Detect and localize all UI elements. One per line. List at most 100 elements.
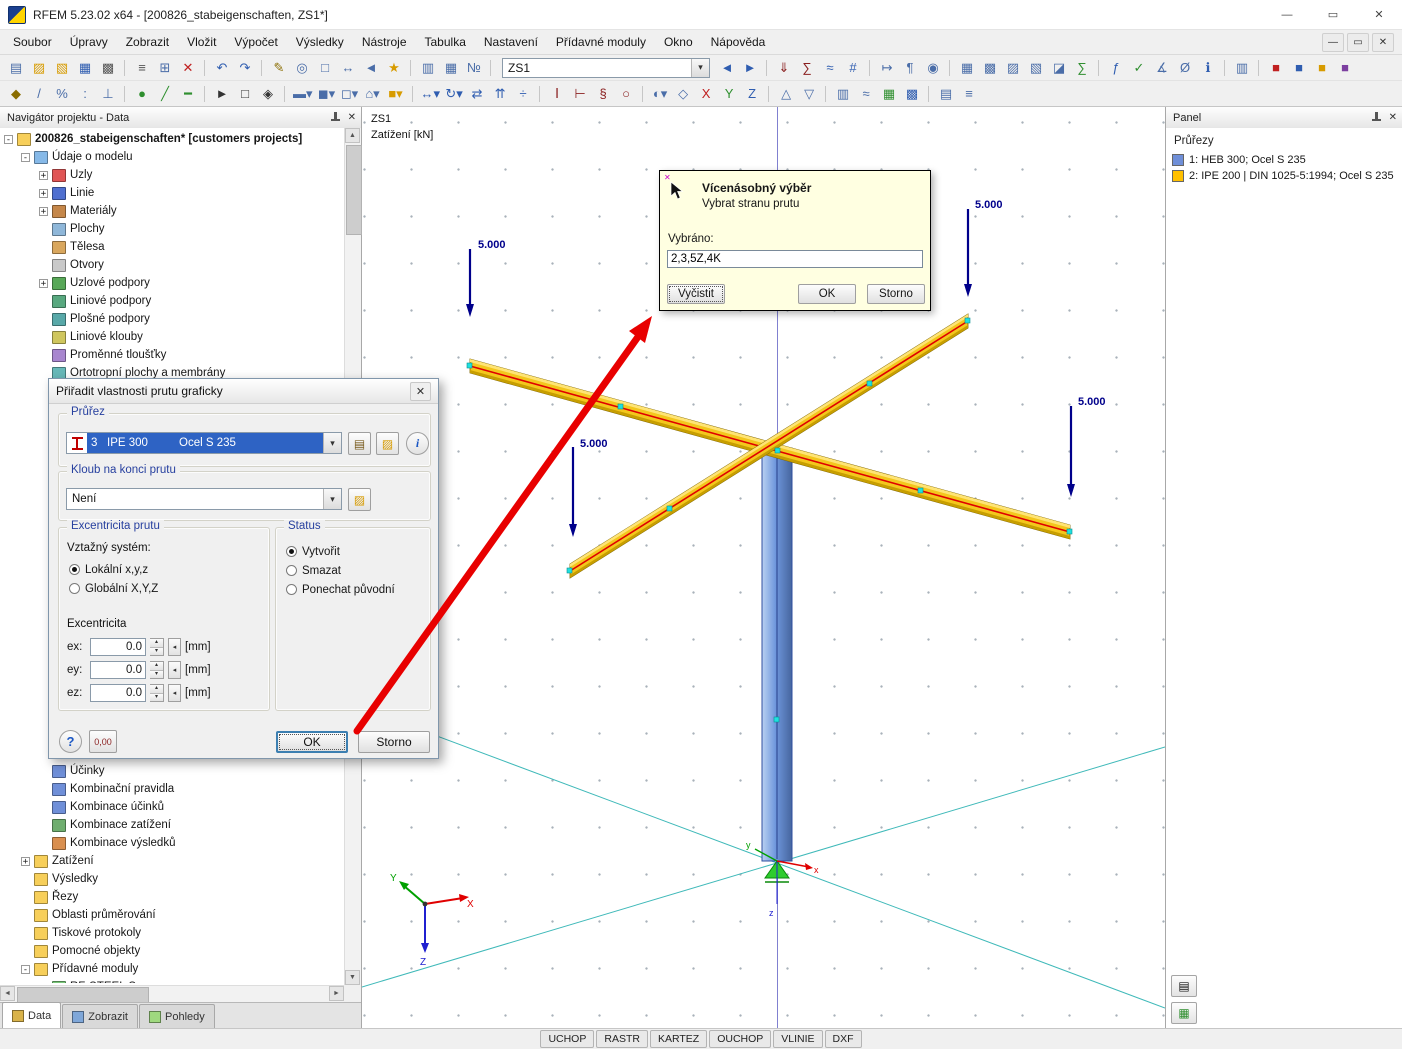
member-hinge[interactable]: ⊢ — [569, 83, 591, 105]
tree-item[interactable]: Liniové klouby — [0, 328, 344, 346]
show-tables[interactable]: ▥ — [417, 57, 439, 79]
tree-item[interactable]: - 200826_stabeigenschaften* [customers p… — [0, 130, 344, 148]
new-surface[interactable]: ▬▾ — [291, 83, 315, 105]
scroll-left-icon[interactable] — [0, 986, 15, 1001]
check-model[interactable]: ✓ — [1128, 57, 1150, 79]
tree-item[interactable]: Účinky — [0, 762, 344, 780]
insert-node[interactable]: ● — [131, 83, 153, 105]
mirror[interactable]: ⇄ — [466, 83, 488, 105]
tree-item[interactable]: Proměnné tloušťky — [0, 346, 344, 364]
pin-icon[interactable] — [330, 112, 340, 123]
selected-members-input[interactable] — [667, 250, 923, 268]
tree-item[interactable]: Otvory — [0, 256, 344, 274]
tree-item[interactable]: RF-STEEL S... — [0, 978, 344, 983]
section-info-button[interactable] — [406, 432, 429, 455]
tree-item[interactable]: Výsledky — [0, 870, 344, 888]
reference-system-radio[interactable]: Lokální x,y,z — [69, 560, 158, 579]
snap-grid[interactable]: : — [74, 83, 96, 105]
tree-item[interactable]: - Přídavné moduly — [0, 960, 344, 978]
tree-item[interactable]: Plochy — [0, 220, 344, 238]
select-window[interactable]: □ — [234, 83, 256, 105]
tree-item[interactable]: + Linie — [0, 184, 344, 202]
close-icon[interactable]: ✕ — [1389, 112, 1397, 123]
snap-percent[interactable]: % — [51, 83, 73, 105]
blocks[interactable]: ■▾ — [385, 83, 413, 105]
tree-item[interactable]: Tělesa — [0, 238, 344, 256]
tree-item[interactable]: + Zatížení — [0, 852, 344, 870]
ok-button[interactable]: OK — [276, 731, 348, 753]
mdi-close-button[interactable]: ✕ — [1372, 32, 1394, 52]
view-x[interactable]: X — [695, 83, 717, 105]
status-radio[interactable]: Smazat — [286, 561, 395, 580]
renderer-settings[interactable]: ◪ — [1048, 57, 1070, 79]
status-toggle[interactable]: UCHOP — [540, 1030, 595, 1048]
guidelines[interactable]: / — [28, 83, 50, 105]
tree-item[interactable]: Kombinační pravidla — [0, 780, 344, 798]
divide[interactable]: ÷ — [512, 83, 541, 105]
calculate[interactable]: ∑ — [1071, 57, 1099, 79]
eccentricity-input[interactable]: 0.0 — [90, 638, 146, 656]
tree-item[interactable]: Tiskové protokoly — [0, 924, 344, 942]
new-hinge-button[interactable] — [348, 488, 371, 511]
spinner-detail-button[interactable] — [168, 661, 181, 679]
export-2[interactable]: ■ — [1288, 57, 1310, 79]
menu-item[interactable]: Nástroje — [353, 32, 416, 52]
units-settings-button[interactable]: 0,00 — [89, 730, 117, 753]
menu-item[interactable]: Zobrazit — [117, 32, 178, 52]
spinner[interactable] — [150, 684, 164, 702]
menu-item[interactable]: Výpočet — [225, 32, 286, 52]
move-copy[interactable]: ↔▾ — [419, 83, 443, 105]
snap[interactable]: ◆ — [5, 83, 27, 105]
tree-expander[interactable]: - — [21, 964, 30, 974]
tree-item[interactable]: Liniové podpory — [0, 292, 344, 310]
color-scale[interactable]: ▦ — [878, 83, 900, 105]
tree-expander[interactable]: - — [21, 152, 30, 162]
save[interactable]: ▦ — [74, 57, 96, 79]
edit-pen[interactable]: ✎ — [268, 57, 290, 79]
tree-item[interactable]: Kombinace zatížení — [0, 816, 344, 834]
zoom-window[interactable]: □ — [314, 57, 336, 79]
cancel-button[interactable]: Storno — [867, 284, 925, 304]
scroll-down-icon[interactable] — [345, 970, 360, 985]
tree-item[interactable]: + Materiály — [0, 202, 344, 220]
measure[interactable]: ∡ — [1151, 57, 1173, 79]
charts[interactable]: ≡ — [958, 83, 980, 105]
tree-item[interactable]: Pomocné objekty — [0, 942, 344, 960]
scroll-right-icon[interactable] — [329, 986, 344, 1001]
user-views[interactable]: ◇ — [672, 83, 694, 105]
tables[interactable]: ▤ — [935, 83, 957, 105]
show-loads[interactable]: ⇓ — [773, 57, 795, 79]
section-library-button[interactable] — [348, 432, 371, 455]
result-diagrams[interactable]: ≈ — [855, 83, 877, 105]
cancel-button[interactable]: Storno — [358, 731, 430, 753]
insert-line[interactable]: ╱ — [154, 83, 176, 105]
show-numbers[interactable]: # — [842, 57, 870, 79]
dialog-close-button[interactable]: ✕ — [410, 381, 431, 401]
tree-expander[interactable]: + — [39, 188, 48, 198]
navigator-tab[interactable]: Zobrazit — [62, 1004, 138, 1028]
view-y[interactable]: Y — [718, 83, 740, 105]
new-solid[interactable]: ◼▾ — [316, 83, 338, 105]
scrollbar-thumb[interactable] — [346, 145, 362, 235]
print-preview[interactable]: ≡ — [131, 57, 153, 79]
panel-display-button[interactable]: ▤ — [1171, 975, 1197, 997]
export-4[interactable]: ■ — [1334, 57, 1356, 79]
previous-load-case[interactable]: ◄ — [716, 57, 738, 79]
camera[interactable]: ◉ — [922, 57, 950, 79]
tree-item[interactable]: Plošné podpory — [0, 310, 344, 328]
eccentricity-input[interactable]: 0.0 — [90, 661, 146, 679]
member-stiffness[interactable]: § — [592, 83, 614, 105]
status-radio[interactable]: Ponechat původní — [286, 580, 395, 599]
open-project[interactable]: ▨ — [28, 57, 50, 79]
cross-section-legend-item[interactable]: 2: IPE 200 | DIN 1025-5:1994; Ocel S 235 — [1166, 168, 1402, 184]
ortho[interactable]: ⊥ — [97, 83, 125, 105]
new-section-button[interactable] — [376, 432, 399, 455]
tree-item[interactable]: + Uzly — [0, 166, 344, 184]
tree-expander[interactable]: - — [4, 134, 13, 144]
scroll-up-icon[interactable] — [345, 128, 360, 143]
next-load-case[interactable]: ► — [739, 57, 767, 79]
close-button[interactable]: ✕ — [1356, 0, 1402, 29]
select[interactable]: ► — [211, 83, 233, 105]
ok-button[interactable]: OK — [798, 284, 856, 304]
select-special[interactable]: ◈ — [257, 83, 285, 105]
